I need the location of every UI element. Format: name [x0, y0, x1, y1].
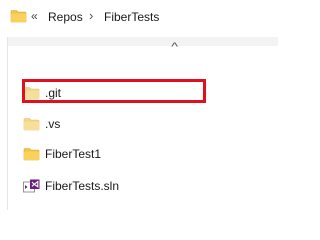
list-item-label: .vs	[45, 117, 61, 131]
breadcrumb-item-fibertests[interactable]: FiberTests	[104, 10, 159, 24]
list-item-label: FiberTests.sln	[45, 179, 120, 193]
list-header	[8, 37, 278, 46]
breadcrumb-overflow-icon[interactable]: «	[31, 9, 38, 23]
folder-icon	[23, 148, 40, 161]
folder-light-icon	[23, 118, 40, 131]
sort-indicator-icon[interactable]: ^	[171, 41, 178, 53]
breadcrumb-separator-icon[interactable]: ›	[89, 8, 93, 23]
list-item-vs[interactable]: .vs	[23, 113, 263, 135]
highlight-box	[22, 79, 206, 103]
visual-studio-solution-icon	[23, 179, 40, 193]
breadcrumb-item-repos[interactable]: Repos	[48, 10, 83, 24]
list-item-fibertests-sln[interactable]: FiberTests.sln	[23, 175, 263, 197]
folder-icon	[10, 10, 27, 23]
list-item-fibertest1[interactable]: FiberTest1	[23, 143, 263, 165]
list-item-label: FiberTest1	[45, 147, 102, 161]
address-bar[interactable]: « Repos › FiberTests	[0, 0, 277, 36]
file-list[interactable]: ^ .git .vs FiberTest1 FiberTests.sln	[7, 37, 278, 210]
